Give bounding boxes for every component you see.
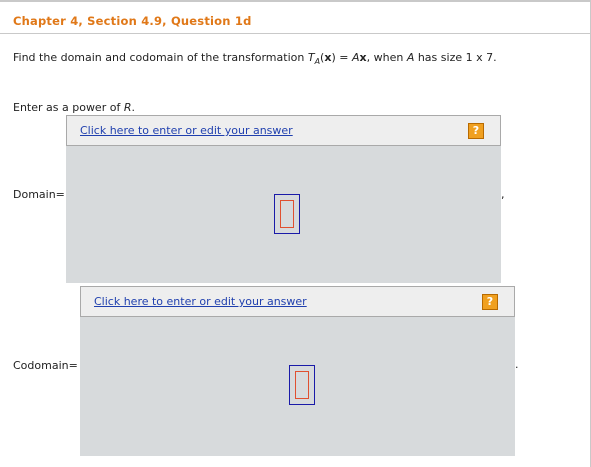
question-header: Chapter 4, Section 4.9, Question 1d: [0, 2, 590, 34]
codomain-edit-answer-link[interactable]: Click here to enter or edit your answer: [94, 295, 307, 308]
domain-answer-panel[interactable]: Click here to enter or edit your answer …: [66, 115, 501, 283]
domain-panel-bar: Click here to enter or edit your answer …: [66, 115, 501, 146]
codomain-panel-bar: Click here to enter or edit your answer …: [80, 286, 515, 317]
paren-close-eq: ) =: [331, 51, 352, 64]
instruction-text: Enter as a power of R.: [13, 101, 135, 114]
question-middle: , when: [366, 51, 407, 64]
domain-trailing-comma: ,: [501, 188, 505, 201]
codomain-answer-input[interactable]: [295, 371, 309, 399]
codomain-trailing-period: .: [515, 358, 519, 371]
domain-help-icon[interactable]: ?: [468, 123, 484, 139]
symbol-T: T: [307, 51, 315, 64]
codomain-answer-box[interactable]: [289, 365, 315, 405]
symbol-x-2: x: [359, 51, 367, 64]
domain-edit-answer-link[interactable]: Click here to enter or edit your answer: [80, 124, 293, 137]
question-text: Find the domain and codomain of the tran…: [13, 51, 497, 66]
domain-label: Domain=: [13, 188, 65, 201]
instruction-suffix: .: [131, 101, 135, 114]
question-suffix: has size 1 x 7.: [414, 51, 497, 64]
symbol-A: A: [351, 51, 360, 64]
instruction-prefix: Enter as a power of: [13, 101, 124, 114]
codomain-help-icon[interactable]: ?: [482, 294, 498, 310]
codomain-answer-panel[interactable]: Click here to enter or edit your answer …: [80, 286, 515, 456]
domain-answer-box[interactable]: [274, 194, 300, 234]
page-title: Chapter 4, Section 4.9, Question 1d: [13, 14, 252, 28]
codomain-label: Codomain=: [13, 359, 78, 372]
domain-answer-input[interactable]: [280, 200, 294, 228]
question-prefix: Find the domain and codomain of the tran…: [13, 51, 308, 64]
